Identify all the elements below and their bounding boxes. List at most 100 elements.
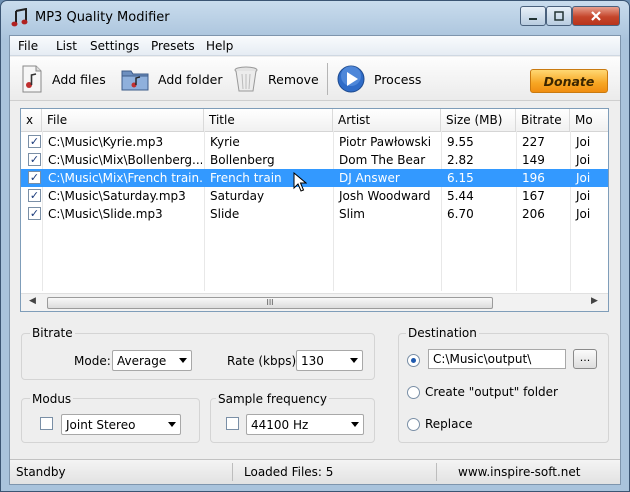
status-bar: Standby Loaded Files: 5 www.inspire-soft… <box>10 459 620 484</box>
menu-settings[interactable]: Settings <box>90 39 139 53</box>
col-header-mode[interactable]: Mo <box>570 109 608 131</box>
col-header-bitrate[interactable]: Bitrate <box>516 109 570 131</box>
maximize-icon <box>554 11 564 21</box>
horizontal-scrollbar[interactable]: ◀ III ▶ <box>21 293 608 311</box>
mode-select[interactable]: Average <box>112 350 192 371</box>
table-row[interactable]: ✓ C:\Music\Kyrie.mp3 Kyrie Piotr Pawłows… <box>21 133 608 151</box>
table-row-selected[interactable]: ✓ C:\Music\Mix\French train.... French t… <box>21 169 608 192</box>
table-row[interactable]: ✓ C:\Music\Saturday.mp3 Saturday Josh Wo… <box>21 187 608 205</box>
col-header-title[interactable]: Title <box>204 109 333 131</box>
chevron-down-icon <box>168 422 176 427</box>
col-header-x[interactable]: x <box>21 109 42 131</box>
minimize-button[interactable] <box>520 6 546 26</box>
add-files-label: Add files <box>52 71 106 87</box>
window-title: MP3 Quality Modifier <box>35 10 170 25</box>
mode-select-value: Average <box>117 354 167 368</box>
chevron-down-icon <box>350 358 358 363</box>
browse-button[interactable]: ... <box>573 349 597 369</box>
play-icon <box>337 65 365 93</box>
cell-file: C:\Music\Mix\French train.... <box>48 171 202 185</box>
cell-mode: Joi <box>576 171 591 185</box>
row-checkbox[interactable]: ✓ <box>28 189 41 202</box>
cell-size: 6.70 <box>447 207 474 221</box>
destination-path-radio[interactable] <box>407 354 420 367</box>
destination-group-title: Destination <box>406 326 479 340</box>
cell-title: Kyrie <box>210 135 240 149</box>
col-header-file[interactable]: File <box>42 109 204 131</box>
trash-icon <box>234 66 258 92</box>
add-folder-label: Add folder <box>158 71 223 87</box>
donate-button[interactable]: Donate <box>530 69 608 93</box>
replace-radio[interactable] <box>407 418 420 431</box>
row-checkbox[interactable]: ✓ <box>28 171 41 184</box>
create-output-label[interactable]: Create "output" folder <box>425 385 558 399</box>
chevron-down-icon <box>179 358 187 363</box>
cell-size: 6.15 <box>447 171 474 185</box>
cell-file: C:\Music\Kyrie.mp3 <box>48 135 164 149</box>
status-state: Standby <box>16 465 66 479</box>
menu-list[interactable]: List <box>56 39 77 53</box>
add-folder-button[interactable]: Add folder <box>120 61 222 97</box>
remove-button[interactable]: Remove <box>232 61 319 97</box>
row-checkbox[interactable]: ✓ <box>28 207 41 220</box>
col-header-artist[interactable]: Artist <box>333 109 441 131</box>
col-header-size[interactable]: Size (MB) <box>441 109 516 131</box>
cell-title: Slide <box>210 207 240 221</box>
menu-presets[interactable]: Presets <box>151 39 195 53</box>
status-divider <box>436 463 437 481</box>
modus-select[interactable]: Joint Stereo <box>61 414 181 435</box>
scroll-right-icon[interactable]: ▶ <box>591 296 598 306</box>
cell-title: Bollenberg <box>210 153 275 167</box>
app-window: MP3 Quality Modifier File List Settings … <box>0 0 630 492</box>
rate-select[interactable]: 130 <box>296 350 363 371</box>
title-bar[interactable]: MP3 Quality Modifier <box>1 1 629 35</box>
create-output-radio[interactable] <box>407 386 420 399</box>
row-checkbox[interactable]: ✓ <box>28 135 41 148</box>
row-checkbox[interactable]: ✓ <box>28 153 41 166</box>
file-table[interactable]: x File Title Artist Size (MB) Bitrate Mo… <box>20 108 609 312</box>
minimize-icon <box>529 18 537 20</box>
status-loaded-files: Loaded Files: 5 <box>244 465 334 479</box>
close-button[interactable] <box>572 6 620 26</box>
scroll-thumb[interactable]: III <box>47 297 493 309</box>
replace-label[interactable]: Replace <box>425 417 472 431</box>
cell-mode: Joi <box>576 207 591 221</box>
modus-checkbox[interactable] <box>40 417 53 430</box>
add-files-button[interactable]: Add files <box>20 61 106 97</box>
process-label: Process <box>374 71 422 87</box>
status-website-link[interactable]: www.inspire-soft.net <box>458 465 581 479</box>
scroll-left-icon[interactable]: ◀ <box>29 296 36 306</box>
table-row[interactable]: ✓ C:\Music\Slide.mp3 Slide Slim 6.70 206… <box>21 205 608 223</box>
cell-size: 2.82 <box>447 153 474 167</box>
menu-bar: File List Settings Presets Help <box>10 36 620 56</box>
table-row[interactable]: ✓ C:\Music\Mix\Bollenberg.... Bollenberg… <box>21 151 608 169</box>
bitrate-group-title: Bitrate <box>30 326 75 340</box>
cell-mode: Joi <box>576 189 591 203</box>
cell-bitrate: 206 <box>522 207 545 221</box>
add-file-icon <box>22 65 42 93</box>
maximize-button[interactable] <box>546 6 572 26</box>
cell-mode: Joi <box>576 153 591 167</box>
cell-artist: Josh Woodward <box>339 189 431 203</box>
process-button[interactable]: Process <box>336 61 421 97</box>
mode-label: Mode: <box>74 354 111 368</box>
cell-artist: Dom The Bear <box>339 153 426 167</box>
destination-path-input[interactable]: C:\Music\output\ <box>428 349 566 369</box>
sample-frequency-checkbox[interactable] <box>226 417 239 430</box>
cell-file: C:\Music\Slide.mp3 <box>48 207 163 221</box>
cell-title: French train <box>210 171 282 185</box>
cell-bitrate: 167 <box>522 189 545 203</box>
cell-mode: Joi <box>576 135 591 149</box>
close-icon <box>591 11 601 21</box>
music-note-icon <box>11 8 28 27</box>
cell-file: C:\Music\Mix\Bollenberg.... <box>48 153 202 167</box>
rate-select-value: 130 <box>301 354 324 368</box>
cell-artist: Piotr Pawłowski <box>339 135 432 149</box>
header-divider <box>21 131 608 132</box>
menu-help[interactable]: Help <box>206 39 233 53</box>
menu-file[interactable]: File <box>18 39 38 53</box>
cell-bitrate: 149 <box>522 153 545 167</box>
sample-frequency-group-title: Sample frequency <box>216 392 329 406</box>
add-folder-icon <box>121 70 149 91</box>
sample-frequency-select[interactable]: 44100 Hz <box>246 414 364 435</box>
